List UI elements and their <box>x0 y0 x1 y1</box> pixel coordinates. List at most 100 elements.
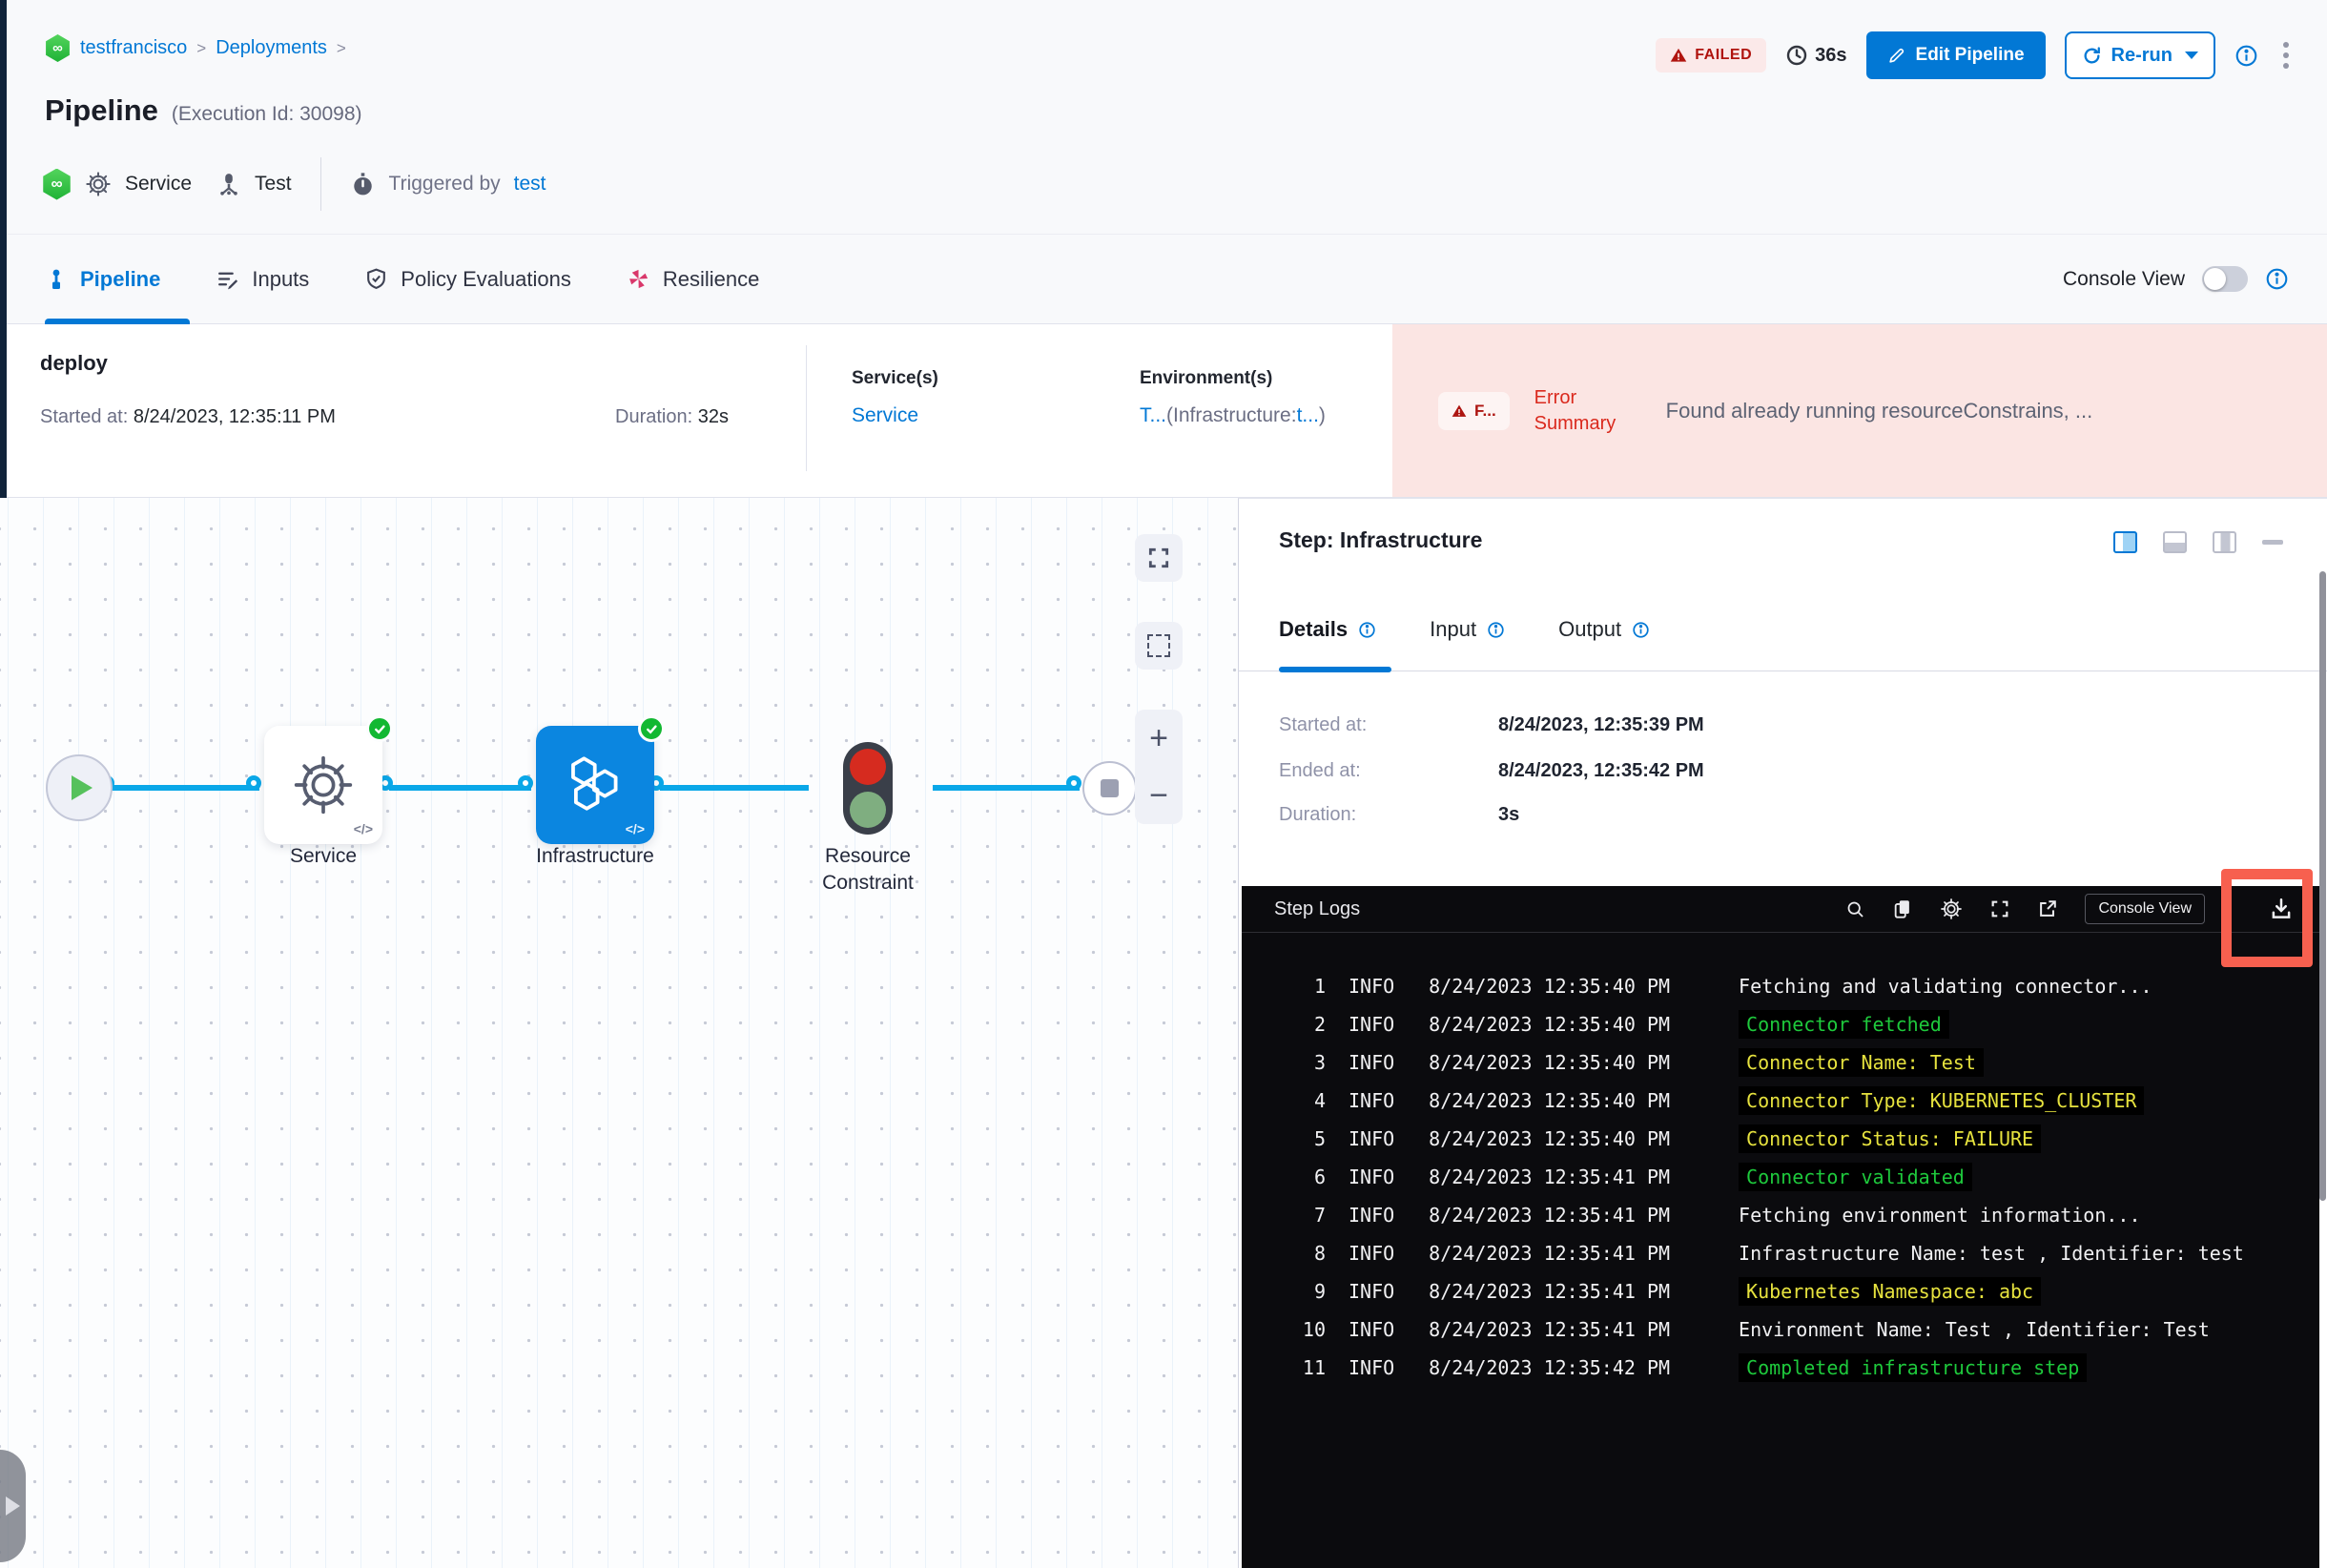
zoom-in-button[interactable]: + <box>1149 722 1168 754</box>
edge-start-service <box>111 785 259 791</box>
pipeline-canvas[interactable]: </> </> Service Infrastructure Resource … <box>0 498 1238 1568</box>
log-timestamp: 8/24/2023 12:35:40 PM <box>1429 1051 1671 1074</box>
step-logs-title: Step Logs <box>1274 897 1361 919</box>
tab-details[interactable]: Details <box>1279 617 1376 642</box>
start-node <box>46 754 113 821</box>
edit-pipeline-button[interactable]: Edit Pipeline <box>1865 31 2046 79</box>
infrastructure-node[interactable]: </> <box>536 715 665 844</box>
error-summary-label: Error Summary <box>1534 386 1617 434</box>
tab-policy-evaluations[interactable]: Policy Evaluations <box>364 267 571 292</box>
console-view-button[interactable]: Console View <box>2085 894 2205 924</box>
title-row: Pipeline (Execution Id: 30098) <box>45 93 362 128</box>
harness-pipeline-icon: ∞ <box>43 168 71 200</box>
log-level: INFO <box>1349 1204 1395 1227</box>
code-glyph: </> <box>625 821 645 836</box>
log-message: Fetching environment information... <box>1739 1204 2141 1227</box>
failed-chip: F... <box>1438 391 1510 430</box>
log-line-number: 3 <box>1313 1051 1326 1074</box>
marquee-select-icon <box>1147 634 1170 657</box>
layout-right-drawer-button[interactable] <box>2213 531 2236 553</box>
tab-input[interactable]: Input <box>1430 617 1505 642</box>
inputs-icon <box>218 272 238 290</box>
refresh-icon <box>2084 46 2100 63</box>
tab-resilience[interactable]: Resilience <box>627 267 759 292</box>
log-line-number: 9 <box>1313 1280 1326 1303</box>
copy-icon[interactable] <box>1892 898 1913 919</box>
node-label-infrastructure: Infrastructure <box>536 845 654 867</box>
step-detail-tabs: Details Input Output <box>1279 617 1650 642</box>
success-check-icon <box>366 715 393 742</box>
log-line-number: 11 <box>1302 1356 1326 1379</box>
breadcrumb-deployments-link[interactable]: Deployments <box>216 37 327 59</box>
layout-split-horizontal-button[interactable] <box>2163 531 2187 553</box>
stage-name[interactable]: deploy <box>40 351 108 376</box>
stopwatch-icon <box>350 172 376 197</box>
gear-icon <box>85 171 112 197</box>
port <box>518 775 533 791</box>
tab-inputs[interactable]: Inputs <box>216 267 309 292</box>
log-timestamp: 8/24/2023 12:35:41 PM <box>1429 1166 1671 1188</box>
breadcrumb: ∞ testfrancisco > Deployments > <box>45 34 346 62</box>
rerun-button[interactable]: Re-run <box>2064 31 2215 79</box>
chevron-down-icon <box>2185 52 2198 59</box>
console-view-toggle[interactable] <box>2202 266 2248 292</box>
info-icon[interactable] <box>2234 44 2258 68</box>
tab-output[interactable]: Output <box>1558 617 1650 642</box>
step-details-panel: Step: Infrastructure Details Input Outpu… <box>1238 498 2327 1568</box>
log-timestamp: 8/24/2023 12:35:40 PM <box>1429 975 1671 998</box>
services-label: Service(s) <box>852 368 938 388</box>
environments-column: Environment(s) T...(Infrastructure:t...) <box>1140 368 1326 427</box>
play-icon <box>72 775 93 800</box>
node-label-service: Service <box>289 845 358 867</box>
stop-icon <box>1101 779 1119 797</box>
service-link[interactable]: Service <box>852 404 938 427</box>
green-light-icon <box>850 792 886 828</box>
canvas-select-button[interactable] <box>1135 622 1183 670</box>
log-line-number: 4 <box>1313 1089 1326 1112</box>
log-row: 1 INFO 8/24/2023 12:35:40 PM Fetching an… <box>1242 967 2319 1005</box>
harness-logo-icon: ∞ <box>46 34 70 62</box>
tab-pipeline[interactable]: Pipeline <box>45 267 160 292</box>
info-icon[interactable] <box>2265 267 2289 291</box>
more-options-menu[interactable] <box>2277 38 2295 72</box>
service-name-label[interactable]: Service <box>125 173 192 196</box>
log-row: 8 INFO 8/24/2023 12:35:41 PM Infrastruct… <box>1242 1234 2319 1272</box>
environment-link[interactable]: T...(Infrastructure:t...) <box>1140 404 1326 427</box>
page-title: Pipeline <box>45 93 158 127</box>
canvas-zoom-controls: + − <box>1135 710 1183 824</box>
open-in-new-icon[interactable] <box>2037 898 2058 919</box>
fullscreen-icon[interactable] <box>1989 898 2010 919</box>
port <box>1066 775 1081 791</box>
breadcrumb-project-link[interactable]: testfrancisco <box>80 37 187 59</box>
meta-divider <box>319 157 321 211</box>
log-message: Environment Name: Test , Identifier: Tes… <box>1739 1318 2210 1341</box>
download-logs-button[interactable] <box>2269 897 2294 921</box>
environment-name-label[interactable]: Test <box>255 173 292 196</box>
triggered-by-user-link[interactable]: test <box>514 173 546 196</box>
log-line-number: 10 <box>1302 1318 1326 1341</box>
pipeline-icon <box>52 269 60 289</box>
environments-label: Environment(s) <box>1140 368 1273 388</box>
gear-icon[interactable] <box>1940 897 1963 920</box>
log-timestamp: 8/24/2023 12:35:40 PM <box>1429 1013 1671 1036</box>
stage-duration: Duration: 32s <box>615 406 729 427</box>
canvas-fullscreen-button[interactable] <box>1135 534 1183 582</box>
resource-constraint-node[interactable] <box>843 742 893 835</box>
stage-started-at: Started at: 8/24/2023, 12:35:11 PM <box>40 406 336 427</box>
panel-scrollbar-thumb[interactable] <box>2319 571 2326 1201</box>
log-level: INFO <box>1349 1089 1395 1112</box>
minimize-panel-button[interactable] <box>2262 540 2283 545</box>
log-row: 11 INFO 8/24/2023 12:35:42 PM Completed … <box>1242 1349 2319 1387</box>
detail-row-started: Started at: 8/24/2023, 12:35:39 PM <box>1279 714 1704 735</box>
log-level: INFO <box>1349 1280 1395 1303</box>
info-icon <box>1358 621 1376 639</box>
log-level: INFO <box>1349 1127 1395 1150</box>
success-check-icon <box>638 715 665 742</box>
expand-panel-handle[interactable] <box>0 1450 26 1562</box>
service-node[interactable]: </> <box>264 715 393 844</box>
log-timestamp: 8/24/2023 12:35:40 PM <box>1429 1127 1671 1150</box>
search-icon[interactable] <box>1845 899 1865 919</box>
zoom-out-button[interactable]: − <box>1149 779 1168 812</box>
layout-split-vertical-button[interactable] <box>2113 531 2137 553</box>
active-tab-underline <box>1279 667 1391 672</box>
